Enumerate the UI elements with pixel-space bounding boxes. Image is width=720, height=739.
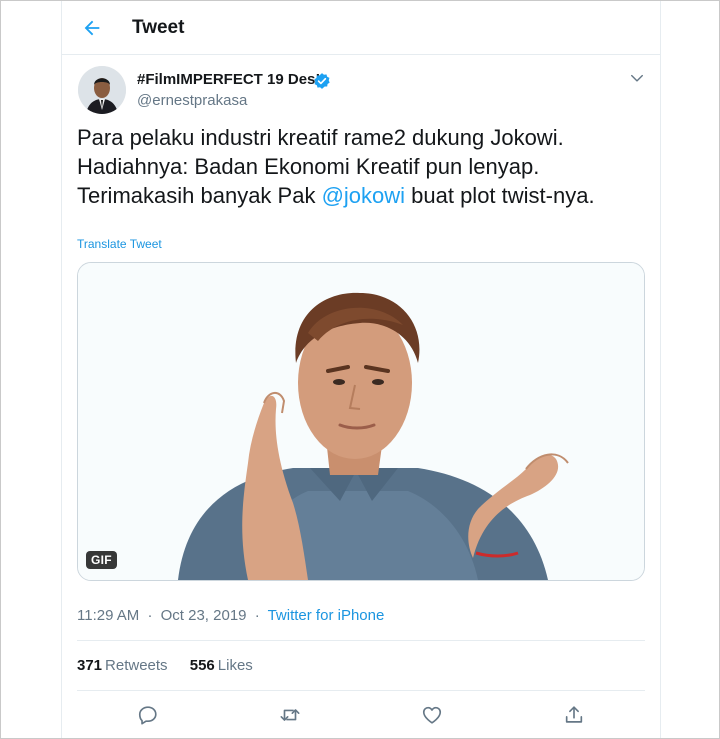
divider (77, 690, 645, 691)
back-button[interactable] (76, 12, 108, 44)
like-button[interactable] (419, 702, 445, 728)
tweet-text: Para pelaku industri kreatif rame2 dukun… (77, 123, 647, 210)
avatar[interactable] (78, 66, 126, 114)
likes-label: Likes (217, 657, 253, 674)
retweets-stat[interactable]: 371 Retweets (77, 657, 168, 674)
gif-media[interactable]: GIF (77, 262, 645, 581)
reply-icon (138, 706, 157, 725)
mention-link[interactable]: @jokowi (322, 183, 405, 208)
retweets-label: Retweets (105, 657, 168, 674)
tweet-text-segment: Terimakasih banyak Pak (77, 183, 322, 208)
likes-count: 556 (189, 657, 215, 674)
tweet-time[interactable]: 11:29 AM (77, 607, 139, 624)
translate-tweet-link[interactable]: Translate Tweet (77, 237, 162, 251)
tweet-text-segment: buat plot twist-nya. (405, 183, 595, 208)
retweet-button[interactable] (277, 702, 303, 728)
retweets-count: 371 (77, 657, 103, 674)
meta-separator: · (254, 607, 260, 624)
tweet-options-button[interactable] (626, 67, 648, 89)
meta-separator: · (147, 607, 153, 624)
author-handle[interactable]: @ernestprakasa (137, 92, 247, 109)
page-header: Tweet (62, 1, 660, 55)
avatar-photo (78, 66, 126, 114)
tweet-timestamp: 11:29 AM · Oct 23, 2019 · Twitter for iP… (77, 607, 384, 624)
reply-button[interactable] (135, 702, 161, 728)
retweet-icon (280, 709, 300, 721)
engagement-stats: 371 Retweets 556 Likes (77, 657, 253, 674)
verified-badge-icon (314, 73, 330, 89)
tweet-text-line: Hadiahnya: Badan Ekonomi Kreatif pun len… (77, 154, 540, 179)
tweet-text-line: Para pelaku industri kreatif rame2 dukun… (77, 125, 564, 150)
divider (77, 640, 645, 641)
tweet-column: Tweet #FilmIMPERFECT 19 Des! @ernestprak… (61, 1, 661, 738)
tweet-source-link[interactable]: Twitter for iPhone (268, 607, 385, 624)
share-icon (565, 706, 583, 723)
chevron-down-icon (631, 74, 643, 82)
heart-icon (422, 706, 442, 724)
browser-frame: Tweet #FilmIMPERFECT 19 Des! @ernestprak… (0, 0, 720, 739)
arrow-left-icon (84, 20, 100, 36)
tweet-text-line: Terimakasih banyak Pak @jokowi buat plot… (77, 181, 647, 210)
author-display-name[interactable]: #FilmIMPERFECT 19 Des! (137, 71, 320, 88)
share-button[interactable] (561, 702, 587, 728)
gif-badge: GIF (86, 551, 117, 569)
page-title: Tweet (132, 17, 185, 38)
tweet-date[interactable]: Oct 23, 2019 (161, 607, 247, 624)
gif-frame-image (78, 263, 644, 580)
likes-stat[interactable]: 556 Likes (190, 657, 253, 674)
